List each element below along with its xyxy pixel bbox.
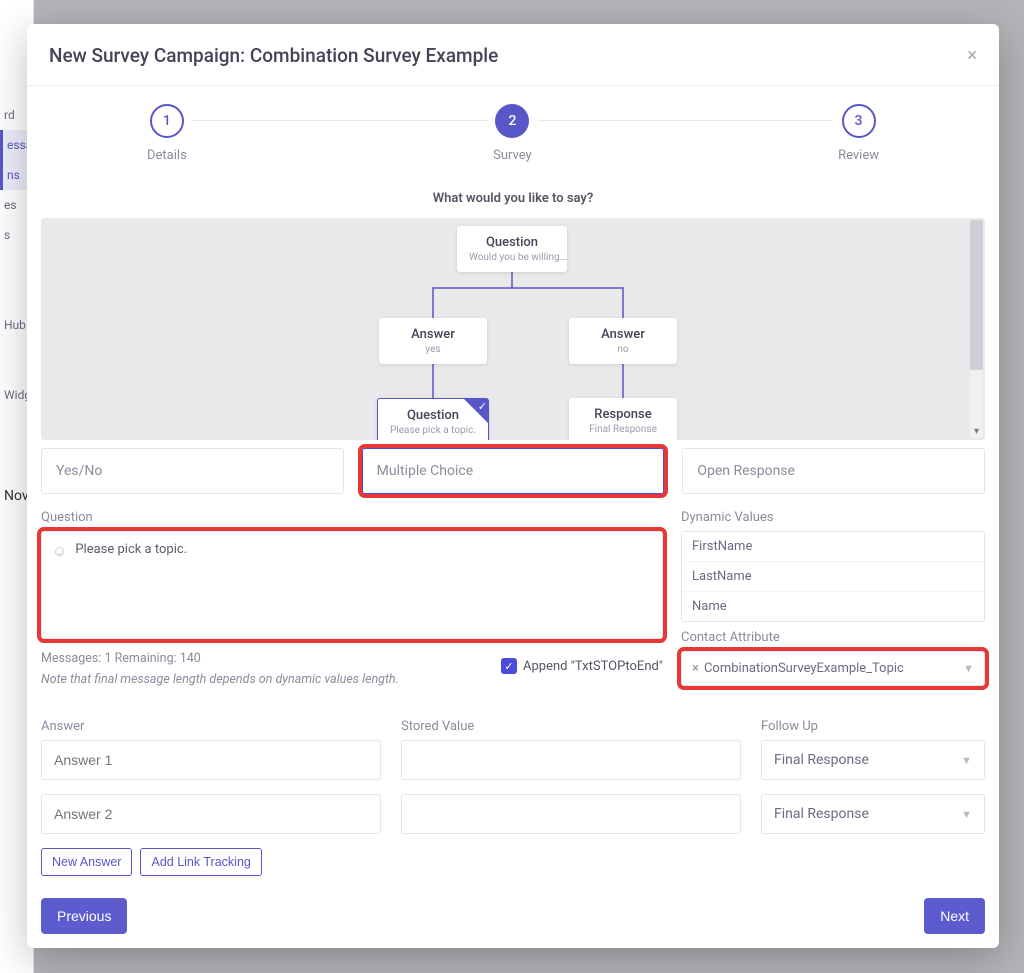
stored-value-label: Stored Value <box>401 719 741 734</box>
tree-node-question-topic[interactable]: ✓ Question Please pick a topic. <box>377 398 489 440</box>
step-circle: 3 <box>842 104 876 138</box>
chevron-down-icon: ▼ <box>963 662 974 675</box>
question-section: Question ☺ Please pick a topic. Messages… <box>27 494 999 687</box>
survey-tree-canvas[interactable]: Question Would you be willing... Answer … <box>41 218 985 440</box>
stored-value-input-1[interactable] <box>401 740 741 780</box>
step-label: Review <box>838 148 879 163</box>
chevron-down-icon: ▼ <box>961 808 972 821</box>
append-stop-checkbox[interactable]: ✓ Append "TxtSTOPtoEnd" <box>501 658 663 674</box>
clear-icon[interactable]: × <box>692 661 699 676</box>
modal-header: New Survey Campaign: Combination Survey … <box>27 24 999 86</box>
answers-section: Answer Stored Value Follow Up Final Resp… <box>27 701 999 848</box>
contact-attribute-select[interactable]: × CombinationSurveyExample_Topic ▼ <box>681 651 985 686</box>
step-details[interactable]: 1 Details <box>147 104 187 163</box>
node-subtitle: Would you be willing... <box>469 252 555 263</box>
question-text[interactable]: Please pick a topic. <box>75 542 187 557</box>
question-label: Question <box>41 510 663 525</box>
step-connector <box>193 120 487 121</box>
node-subtitle: Final Response <box>581 424 665 435</box>
node-title: Response <box>581 407 665 422</box>
step-label: Survey <box>493 148 532 163</box>
step-label: Details <box>147 148 187 163</box>
answer-input-2[interactable] <box>41 794 381 834</box>
survey-prompt: What would you like to say? <box>27 191 999 206</box>
previous-button[interactable]: Previous <box>41 898 127 934</box>
stored-value-input-2[interactable] <box>401 794 741 834</box>
node-title: Question <box>469 235 555 250</box>
chevron-down-icon: ▼ <box>961 754 972 767</box>
contact-attribute-label: Contact Attribute <box>681 630 985 645</box>
step-circle: 2 <box>495 104 529 138</box>
step-survey[interactable]: 2 Survey <box>493 104 532 163</box>
step-connector <box>538 120 832 121</box>
tree-node-answer-yes[interactable]: Answer yes <box>379 318 487 364</box>
contact-attribute-value: CombinationSurveyExample_Topic <box>704 661 904 676</box>
checkbox-checked-icon: ✓ <box>501 658 517 674</box>
answer-actions: New Answer Add Link Tracking <box>27 848 999 876</box>
question-textarea[interactable]: ☺ Please pick a topic. <box>41 531 663 639</box>
node-subtitle: Please pick a topic. <box>390 425 476 436</box>
new-answer-button[interactable]: New Answer <box>41 848 132 876</box>
dynamic-values-list: FirstName LastName Name <box>681 531 985 622</box>
followup-value: Final Response <box>774 752 869 768</box>
node-title: Answer <box>391 327 475 342</box>
node-title: Answer <box>581 327 665 342</box>
survey-modal: New Survey Campaign: Combination Survey … <box>27 24 999 948</box>
chevron-down-icon[interactable]: ▾ <box>970 424 983 438</box>
modal-footer: Previous Next <box>27 884 999 948</box>
dynamic-value-firstname[interactable]: FirstName <box>682 532 984 562</box>
tree-scrollbar-thumb[interactable] <box>970 220 983 370</box>
answer-input-1[interactable] <box>41 740 381 780</box>
tree-node-answer-no[interactable]: Answer no <box>569 318 677 364</box>
step-review[interactable]: 3 Review <box>838 104 879 163</box>
tab-open-response[interactable]: Open Response <box>682 448 985 494</box>
followup-label: Follow Up <box>761 719 985 734</box>
dynamic-values-label: Dynamic Values <box>681 510 985 525</box>
tree-node-question-root[interactable]: Question Would you be willing... <box>457 226 567 272</box>
close-icon[interactable]: × <box>967 45 977 66</box>
add-link-tracking-button[interactable]: Add Link Tracking <box>140 848 261 876</box>
modal-title: New Survey Campaign: Combination Survey … <box>49 44 498 67</box>
followup-select-1[interactable]: Final Response ▼ <box>761 740 985 780</box>
messages-note: Note that final message length depends o… <box>41 672 399 687</box>
tab-multiple-choice[interactable]: Multiple Choice <box>362 448 665 494</box>
emoji-icon[interactable]: ☺ <box>52 542 67 560</box>
dynamic-value-lastname[interactable]: LastName <box>682 562 984 592</box>
append-stop-label: Append "TxtSTOPtoEnd" <box>523 659 663 674</box>
question-type-tabs: Yes/No Multiple Choice Open Response <box>27 440 999 494</box>
step-circle: 1 <box>150 104 184 138</box>
check-icon: ✓ <box>478 400 487 413</box>
node-subtitle: yes <box>391 344 475 355</box>
messages-counter: Messages: 1 Remaining: 140 <box>41 651 399 666</box>
wizard-steps: 1 Details 2 Survey 3 Review <box>27 86 999 169</box>
answer-label: Answer <box>41 719 381 734</box>
followup-select-2[interactable]: Final Response ▼ <box>761 794 985 834</box>
next-button[interactable]: Next <box>924 898 985 934</box>
node-subtitle: no <box>581 344 665 355</box>
dynamic-value-name[interactable]: Name <box>682 592 984 621</box>
tab-yes-no[interactable]: Yes/No <box>41 448 344 494</box>
followup-value: Final Response <box>774 806 869 822</box>
tree-node-response-final[interactable]: Response Final Response <box>569 398 677 440</box>
